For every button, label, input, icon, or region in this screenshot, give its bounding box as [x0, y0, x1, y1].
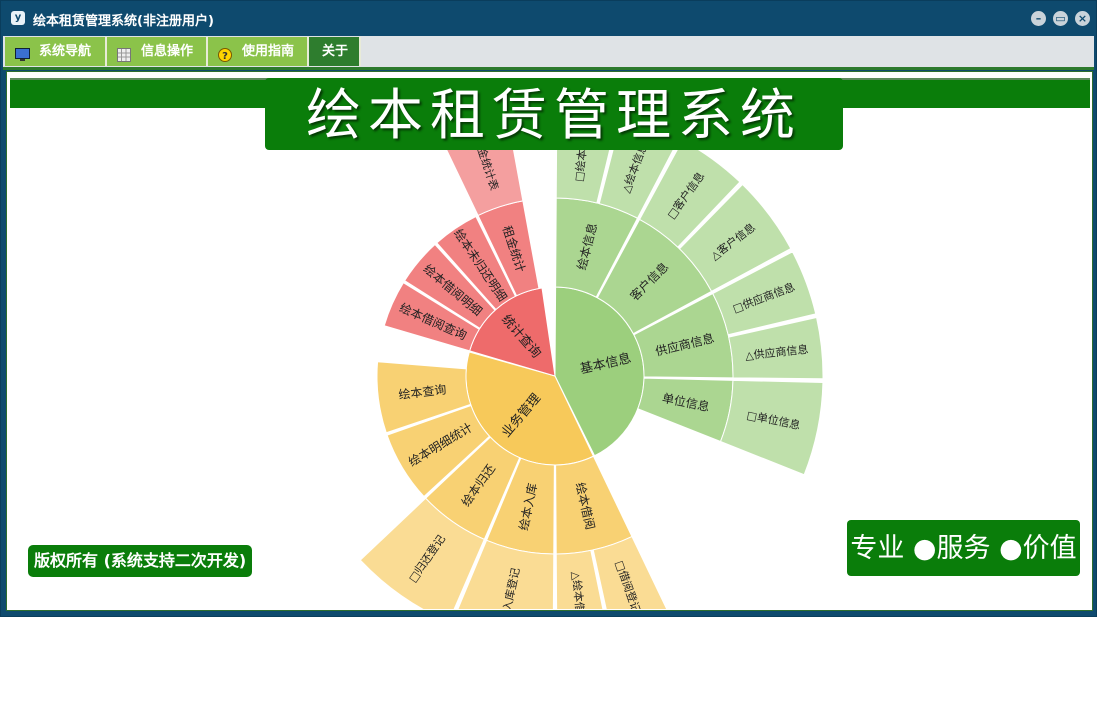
sunburst-leaf-segment[interactable]: [719, 379, 824, 476]
copyright-label: 版权所有 (系统支持二次开发): [28, 545, 253, 577]
sunburst-category-segment[interactable]: [555, 455, 633, 555]
banner-title: 绘本租赁管理系统: [265, 78, 843, 150]
sunburst-category-segment[interactable]: [637, 377, 734, 443]
slogan-label: 专业 ●服务 ●价值: [847, 520, 1080, 576]
